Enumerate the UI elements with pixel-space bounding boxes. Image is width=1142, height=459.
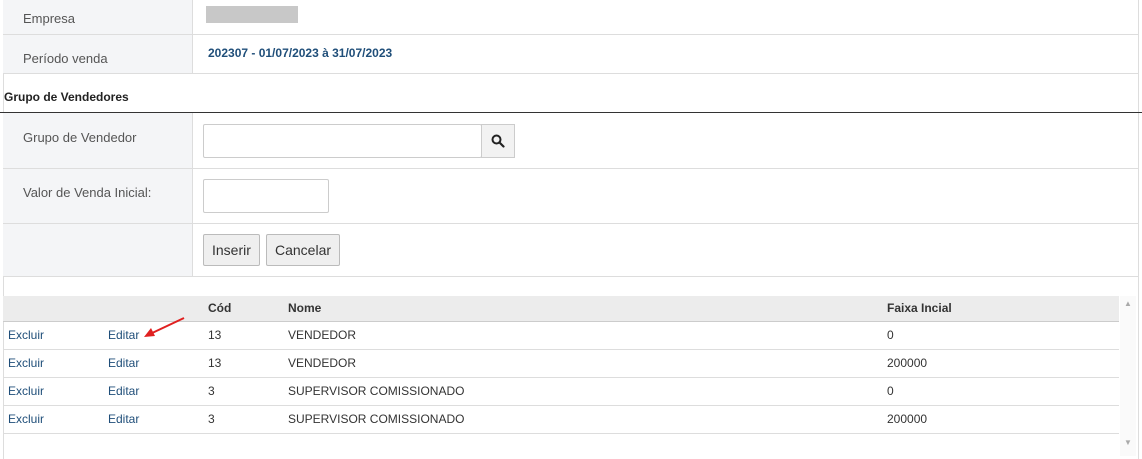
scroll-down-icon[interactable]: ▼	[1124, 438, 1132, 447]
table-row: Excluir Editar 3 SUPERVISOR COMISSIONADO…	[3, 378, 1119, 406]
faixa-cell: 0	[887, 328, 894, 342]
cancelar-button[interactable]: Cancelar	[266, 234, 341, 266]
excluir-link[interactable]: Excluir	[8, 356, 44, 370]
grupo-label: Grupo de Vendedor	[23, 130, 137, 145]
table-row: Excluir Editar 3 SUPERVISOR COMISSIONADO…	[3, 406, 1119, 434]
faixa-cell: 200000	[887, 412, 928, 426]
periodo-label-cell: Período venda	[3, 35, 193, 73]
section-title: Grupo de Vendedores	[4, 90, 129, 104]
col-header-faixa: Faixa Incial	[887, 301, 952, 315]
faixa-cell: 200000	[887, 356, 928, 370]
cod-cell: 13	[208, 356, 222, 370]
periodo-row: Período venda 202307 - 01/07/2023 à 31/0…	[3, 35, 1139, 74]
empresa-label-cell: Empresa	[3, 0, 193, 34]
nome-cell: SUPERVISOR COMISSIONADO	[288, 384, 465, 398]
search-button[interactable]	[481, 124, 515, 158]
grupo-vendedor-input[interactable]	[203, 124, 482, 158]
empresa-value-redacted	[206, 6, 298, 23]
table-scrollbar[interactable]: ▲ ▼	[1120, 296, 1136, 456]
empresa-label: Empresa	[23, 11, 76, 26]
periodo-label: Período venda	[23, 51, 108, 66]
valor-label-cell: Valor de Venda Inicial:	[3, 169, 193, 223]
actions-label-cell	[3, 224, 193, 276]
grupo-row: Grupo de Vendedor	[3, 113, 1139, 169]
periodo-value: 202307 - 01/07/2023 à 31/07/2023	[208, 46, 393, 60]
excluir-link[interactable]: Excluir	[8, 412, 44, 426]
actions-row	[3, 224, 1139, 277]
editar-link[interactable]: Editar	[108, 328, 139, 342]
cod-cell: 3	[208, 412, 215, 426]
excluir-link[interactable]: Excluir	[8, 384, 44, 398]
excluir-link[interactable]: Excluir	[8, 328, 44, 342]
valor-venda-inicial-input[interactable]	[203, 179, 329, 213]
cod-cell: 3	[208, 384, 215, 398]
grupo-label-cell: Grupo de Vendedor	[3, 113, 193, 168]
cod-cell: 13	[208, 328, 222, 342]
nome-cell: VENDEDOR	[288, 356, 357, 370]
nome-cell: SUPERVISOR COMISSIONADO	[288, 412, 465, 426]
editar-link[interactable]: Editar	[108, 412, 139, 426]
editar-link[interactable]: Editar	[108, 356, 139, 370]
col-header-cod: Cód	[208, 301, 232, 315]
table-row: Excluir Editar 13 VENDEDOR 200000	[3, 350, 1119, 378]
nome-cell: VENDEDOR	[288, 328, 357, 342]
empresa-row: Empresa	[3, 0, 1139, 35]
valor-label: Valor de Venda Inicial:	[23, 185, 152, 200]
editar-link[interactable]: Editar	[108, 384, 139, 398]
annotation-arrow-icon	[144, 317, 185, 337]
faixa-cell: 0	[887, 384, 894, 398]
inserir-button[interactable]: Inserir	[203, 234, 260, 266]
search-icon	[491, 134, 505, 148]
col-header-nome: Nome	[288, 301, 322, 315]
scroll-up-icon[interactable]: ▲	[1124, 299, 1132, 308]
valor-row: Valor de Venda Inicial:	[3, 169, 1139, 224]
